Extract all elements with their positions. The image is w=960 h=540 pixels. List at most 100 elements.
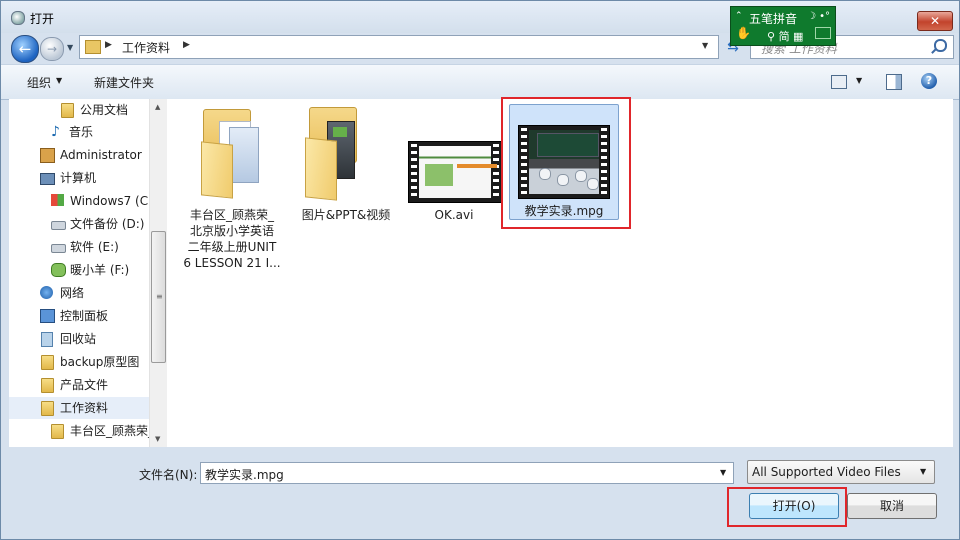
sidebar-item-drive-d[interactable]: 文件备份 (D:) — [9, 213, 149, 235]
folder-icon — [51, 424, 64, 439]
filename-label: 文件名(N): — [139, 468, 198, 482]
view-icon[interactable] — [831, 75, 847, 89]
sidebar-item-label: 网络 — [60, 286, 85, 300]
organize-dropdown-icon[interactable]: ▼ — [56, 76, 62, 85]
sidebar-item-network[interactable]: 网络 — [9, 282, 149, 304]
network-icon — [40, 286, 53, 299]
filetype-select[interactable]: All Supported Video Files ▼ — [747, 460, 935, 484]
file-list: 丰台区_顾燕荣_ 北京版小学英语 二年级上册UNIT 6 LESSON 21 I… — [167, 97, 953, 447]
view-dropdown-icon[interactable]: ▼ — [856, 76, 862, 85]
sidebar-item-drive-f[interactable]: 暖小羊 (F:) — [9, 259, 149, 281]
sidebar-item-label: 工作资料 — [60, 401, 109, 415]
film-holes — [411, 144, 417, 200]
filename-value: 教学实录.mpg — [205, 468, 284, 482]
sidebar-item-label: 计算机 — [60, 171, 97, 185]
windows-drive-icon — [51, 194, 64, 206]
sidebar-item-fengtai-folder[interactable]: 丰台区_顾燕荣_ — [9, 420, 149, 442]
ime-keyboard-icon[interactable] — [815, 27, 831, 39]
file-item-pictures-folder[interactable]: 图片&PPT&视频 — [291, 103, 401, 223]
sidebar-item-control-panel[interactable]: 控制面板 — [9, 305, 149, 327]
folder-icon — [85, 40, 101, 54]
filetype-value: All Supported Video Files — [752, 465, 901, 479]
ime-punctuation-icon[interactable]: ☽ •° — [807, 11, 830, 22]
preview-pane-icon[interactable] — [886, 74, 902, 90]
frame-detail — [425, 164, 453, 186]
file-item-fengtai-folder[interactable]: 丰台区_顾燕荣_ 北京版小学英语 二年级上册UNIT 6 LESSON 21 I… — [177, 103, 287, 273]
folder-front-icon — [201, 141, 233, 199]
video-thumbnail — [408, 141, 502, 203]
command-bar: 组织 ▼ 新建文件夹 ▼ ? — [1, 64, 959, 100]
sidebar-item-administrator[interactable]: Administrator — [9, 144, 149, 166]
sidebar-item-label: 软件 (E:) — [70, 240, 119, 254]
address-bar[interactable]: ▶ 工作资料 ▶ ▼ — [79, 35, 719, 59]
cancel-button[interactable]: 取消 — [847, 493, 937, 519]
breadcrumb-arrow-icon[interactable]: ▶ — [183, 40, 190, 50]
filename-field[interactable]: 教学实录.mpg ▼ — [200, 462, 734, 484]
folder-icon — [41, 401, 54, 416]
sidebar-item-drive-e[interactable]: 软件 (E:) — [9, 236, 149, 258]
sidebar-item-label: Administrator — [60, 148, 142, 162]
sidebar-item-label: 音乐 — [69, 125, 94, 139]
organize-button[interactable]: 组织 — [27, 74, 51, 91]
sidebar-item-work-files[interactable]: 工作资料 — [9, 397, 149, 419]
highlight-annotation-box — [501, 97, 631, 229]
ime-mode[interactable]: ⚲ 简 ▦ — [767, 28, 803, 44]
computer-icon — [40, 173, 55, 185]
sidebar-item-product-files[interactable]: 产品文件 — [9, 374, 149, 396]
address-dropdown-icon[interactable]: ▼ — [702, 41, 708, 50]
document-preview-icon — [229, 127, 259, 183]
sidebar-item-music[interactable]: ♪ 音乐 — [9, 121, 149, 143]
sidebar-item-public-documents[interactable]: 公用文档 — [9, 99, 149, 121]
filename-dropdown-icon[interactable]: ▼ — [720, 468, 726, 477]
file-item-ok-avi[interactable]: OK.avi — [399, 103, 509, 223]
breadcrumb-arrow-icon[interactable]: ▶ — [105, 40, 112, 50]
control-panel-icon — [40, 309, 55, 323]
sidebar-item-label: Windows7 (C: — [70, 194, 149, 208]
sidebar-item-label: 产品文件 — [60, 378, 109, 392]
sidebar-item-drive-c[interactable]: Windows7 (C: — [9, 190, 149, 212]
folder-icon — [61, 103, 74, 118]
ime-hand-icon[interactable]: ✋ — [736, 26, 751, 40]
drive-icon — [51, 244, 66, 253]
film-holes — [493, 144, 499, 200]
scroll-up-icon[interactable]: ▲ — [155, 103, 160, 111]
sidebar-item-computer[interactable]: 计算机 — [9, 167, 149, 189]
back-button[interactable]: ← — [11, 35, 39, 63]
forward-button[interactable]: → — [40, 37, 64, 61]
help-icon[interactable]: ? — [921, 73, 937, 89]
sidebar-item-label: 文件备份 (D:) — [70, 217, 145, 231]
file-name: 图片&PPT&视频 — [301, 208, 391, 222]
sidebar-item-label: 暖小羊 (F:) — [70, 263, 130, 277]
sidebar-item-label: 控制面板 — [60, 309, 109, 323]
file-name: 6 LESSON 21 I... — [183, 256, 281, 270]
new-folder-button[interactable]: 新建文件夹 — [94, 74, 154, 91]
ime-mode-label: 简 — [778, 30, 790, 43]
scroll-down-icon[interactable]: ▼ — [155, 435, 160, 443]
scrollbar-thumb[interactable]: ≡ — [151, 231, 166, 363]
sidebar-item-label: 回收站 — [60, 332, 97, 346]
open-file-dialog: 打开 ✕ ← → ▼ ▶ 工作资料 ▶ ▼ ⇆ 搜索 工作资料 ⌃ 五笔拼音 ☽… — [0, 0, 960, 540]
ime-toolbar[interactable]: ⌃ 五笔拼音 ☽ •° ✋ ⚲ 简 ▦ — [730, 6, 836, 46]
grip-icon: ≡ — [156, 292, 163, 301]
breadcrumb[interactable]: 工作资料 — [122, 39, 170, 56]
sidebar-item-recycle-bin[interactable]: 回收站 — [9, 328, 149, 350]
ime-name: 五笔拼音 — [749, 12, 798, 26]
window-title: 打开 — [30, 12, 55, 26]
video-frame — [419, 146, 497, 198]
recycle-bin-icon — [41, 332, 53, 347]
close-button[interactable]: ✕ — [917, 11, 953, 31]
ime-collapse-icon[interactable]: ⌃ — [735, 11, 743, 21]
folder-icon — [41, 355, 54, 370]
app-icon — [11, 11, 25, 25]
navigation-scrollbar[interactable]: ▲ ≡ ▼ — [149, 99, 167, 447]
music-icon: ♪ — [51, 124, 60, 140]
recent-pages-dropdown-icon[interactable]: ▼ — [67, 43, 73, 52]
filetype-dropdown-icon[interactable]: ▼ — [920, 467, 926, 476]
image-preview-icon — [333, 127, 347, 137]
folder-front-icon — [305, 137, 337, 201]
sidebar-item-backup-prototypes[interactable]: backup原型图 — [9, 351, 149, 373]
highlight-annotation-box — [727, 487, 847, 527]
drive-icon — [51, 221, 66, 230]
search-icon[interactable] — [934, 39, 947, 52]
file-name: OK.avi — [434, 208, 474, 222]
